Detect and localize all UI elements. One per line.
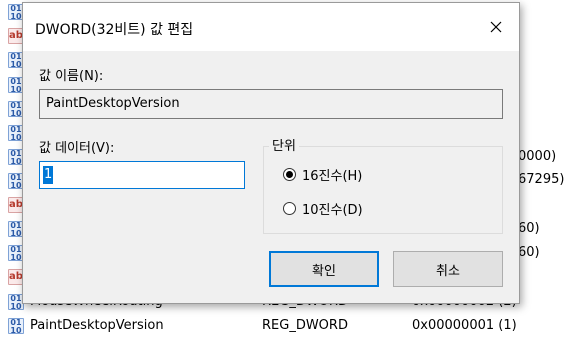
close-button[interactable] <box>473 3 519 51</box>
value-data-fragment: 60) <box>518 221 540 236</box>
cancel-button[interactable]: 취소 <box>393 251 503 287</box>
edit-dword-dialog: DWORD(32비트) 값 편집 값 이름(N): PaintDesktopVe… <box>22 2 520 304</box>
value-data: 0x00000001 (1) <box>412 318 517 333</box>
radio-decimal-label: 10진수(D) <box>302 203 363 218</box>
radio-button-checked[interactable] <box>283 168 296 181</box>
value-data-fragment: 0000) <box>518 149 557 164</box>
value-data-label: 값 데이터(V): <box>39 141 115 156</box>
value-data-selection: 1 <box>43 166 54 184</box>
radio-hexadecimal[interactable]: 16진수(H) <box>283 165 362 184</box>
value-name: PaintDesktopVersion <box>30 318 164 333</box>
dialog-titlebar[interactable]: DWORD(32비트) 값 편집 <box>23 3 519 51</box>
radio-decimal[interactable]: 10진수(D) <box>283 199 363 218</box>
base-group-label: 단위 <box>269 135 299 154</box>
base-groupbox <box>263 146 503 234</box>
value-data-fragment: 60) <box>518 245 540 260</box>
radio-hexadecimal-label: 16진수(H) <box>302 169 363 184</box>
value-data-fragment: 67295) <box>518 172 565 187</box>
value-name-field: PaintDesktopVersion <box>39 89 503 119</box>
ok-button[interactable]: 확인 <box>269 251 379 287</box>
dialog-title: DWORD(32비트) 값 편집 <box>35 22 194 38</box>
value-name-label: 값 이름(N): <box>39 69 104 84</box>
list-item[interactable]: 01 10 PaintDesktopVersion REG_DWORD 0x000… <box>0 314 579 338</box>
value-data-input[interactable] <box>39 161 245 189</box>
binary-value-icon: 01 10 <box>8 318 24 335</box>
radio-button-unchecked[interactable] <box>283 202 296 215</box>
value-type: REG_DWORD <box>262 318 348 333</box>
close-icon <box>490 21 502 33</box>
